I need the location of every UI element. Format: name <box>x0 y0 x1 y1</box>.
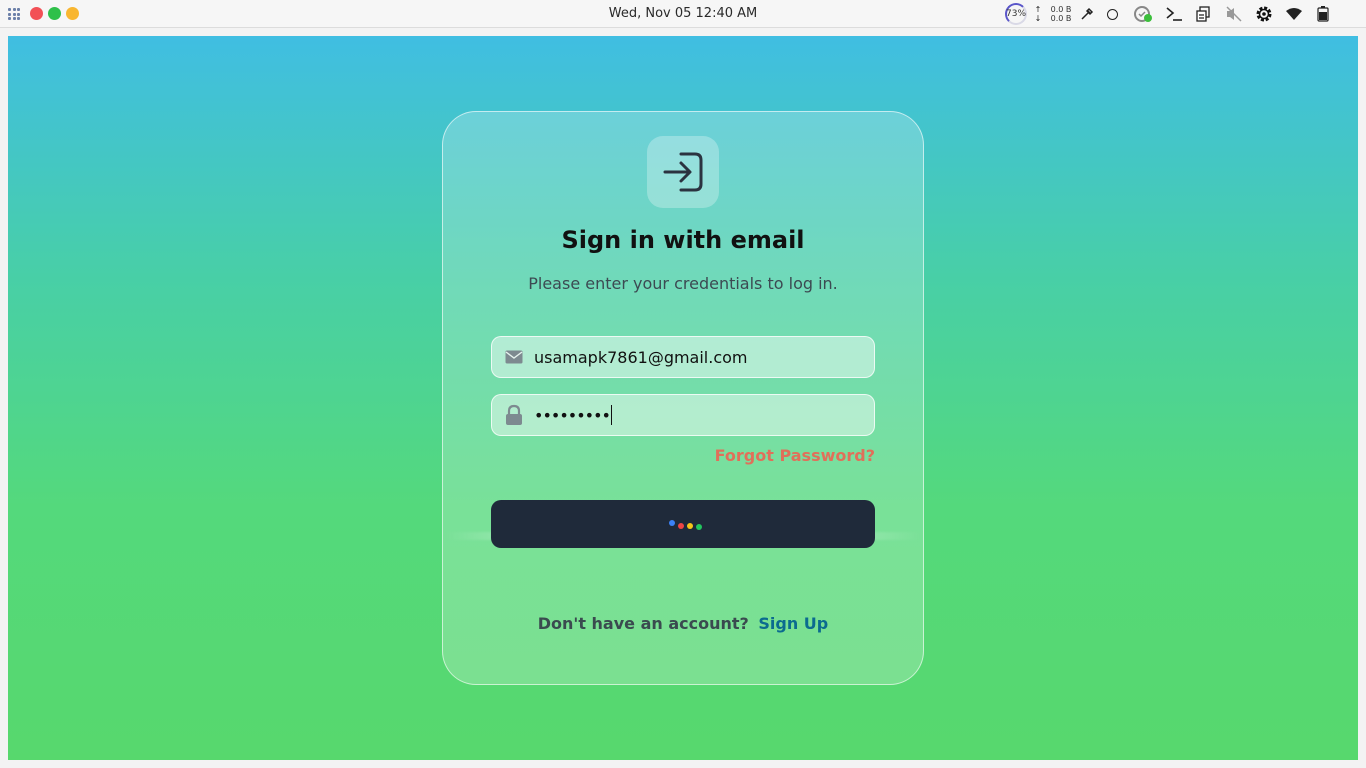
color-picker-icon[interactable] <box>1079 3 1095 25</box>
login-icon <box>647 136 719 208</box>
settings-gear-icon[interactable] <box>1254 3 1274 25</box>
signup-link[interactable]: Sign Up <box>758 614 828 633</box>
sign-in-button[interactable] <box>491 500 875 548</box>
lock-icon <box>492 395 534 435</box>
loading-dot <box>696 524 702 530</box>
net-up-value: 0.0 B <box>1050 5 1072 14</box>
cpu-percent: 73% <box>1006 9 1027 19</box>
battery-icon[interactable] <box>1315 3 1331 25</box>
signup-row: Don't have an account? Sign Up <box>443 614 923 633</box>
system-top-bar: Wed, Nov 05 12:40 AM 73% ↑ ↓ 0.0 B 0.0 B <box>0 0 1366 28</box>
page-subtitle: Please enter your credentials to log in. <box>528 274 838 293</box>
page-title: Sign in with email <box>561 226 805 254</box>
forgot-password-link[interactable]: Forgot Password? <box>715 446 875 465</box>
network-arrows-icon: ↑ ↓ <box>1032 3 1044 25</box>
upload-arrow: ↑ <box>1034 5 1042 14</box>
mail-icon <box>492 337 534 377</box>
login-card: Sign in with email Please enter your cre… <box>442 111 924 685</box>
wifi-icon[interactable] <box>1284 3 1304 25</box>
update-icon[interactable] <box>1132 3 1154 25</box>
volume-muted-icon[interactable] <box>1224 3 1244 25</box>
password-masked-value: ••••••••• <box>534 405 611 425</box>
terminal-icon[interactable] <box>1164 3 1184 25</box>
app-window: Sign in with email Please enter your cre… <box>8 36 1358 760</box>
clipboard-icon[interactable] <box>1194 3 1212 25</box>
network-speed[interactable]: 0.0 B 0.0 B <box>1050 3 1072 25</box>
email-field[interactable] <box>491 336 875 378</box>
download-arrow: ↓ <box>1034 14 1042 23</box>
email-input[interactable] <box>534 337 864 377</box>
loading-spinner-icon <box>663 518 703 530</box>
loading-dot <box>669 520 675 526</box>
cpu-usage-indicator[interactable]: 73% <box>1004 3 1028 25</box>
circle-icon[interactable] <box>1104 3 1120 25</box>
text-caret <box>610 405 613 425</box>
loading-dot <box>678 523 684 529</box>
clock[interactable]: Wed, Nov 05 12:40 AM <box>0 6 1366 21</box>
loading-dot <box>687 523 693 529</box>
password-field[interactable]: ••••••••• <box>491 394 875 436</box>
password-input[interactable]: ••••••••• <box>534 395 613 435</box>
signup-prompt: Don't have an account? <box>537 614 749 633</box>
net-down-value: 0.0 B <box>1050 14 1072 23</box>
